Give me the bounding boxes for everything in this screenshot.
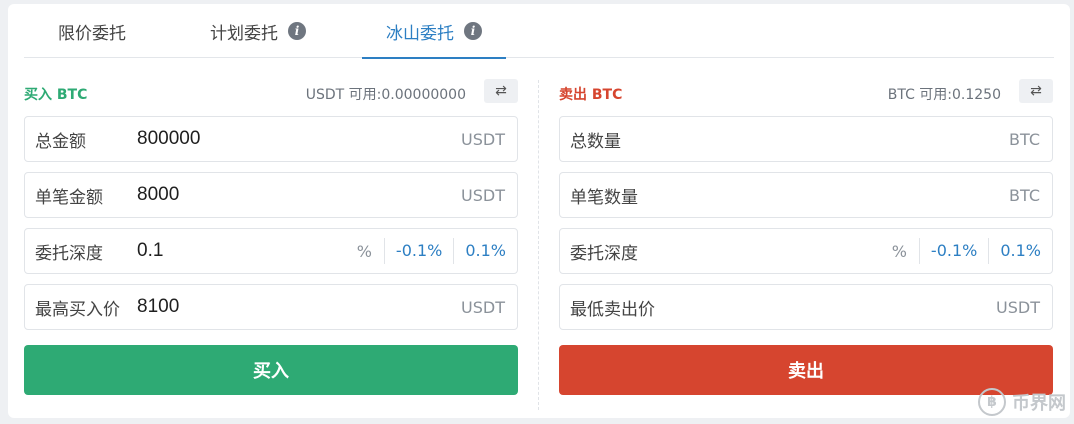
sell-header: 卖出 BTC BTC 可用:0.1250 ⇄: [559, 64, 1053, 116]
field-unit: BTC: [1009, 129, 1040, 149]
sell-min-price-field[interactable]: 最低卖出价 USDT: [559, 284, 1053, 330]
depth-increase-button[interactable]: 0.1%: [988, 238, 1052, 264]
swap-icon[interactable]: ⇄: [1019, 79, 1053, 103]
tab-label: 计划委托: [210, 23, 278, 44]
buy-single-amount-field[interactable]: 单笔金额 8000 USDT: [24, 172, 518, 218]
field-label: 最高买入价: [35, 299, 120, 320]
field-value: 8100: [137, 296, 180, 317]
field-label: 委托深度: [35, 243, 103, 264]
buy-title: 买入 BTC: [24, 87, 88, 103]
field-label: 总金额: [35, 131, 86, 152]
buy-column: 买入 BTC USDT 可用:0.00000000 ⇄ 总金额 800000 U…: [24, 64, 518, 340]
field-unit: %: [891, 241, 907, 261]
field-value: 0.1: [137, 240, 164, 261]
buy-depth-field[interactable]: 委托深度 0.1 % -0.1% 0.1%: [24, 228, 518, 274]
swap-icon[interactable]: ⇄: [484, 79, 518, 103]
field-label: 最低卖出价: [570, 299, 655, 320]
watermark: ฿ 币界网: [978, 388, 1066, 416]
active-tab-indicator: [362, 57, 506, 59]
field-label: 单笔数量: [570, 187, 638, 208]
field-value: 800000: [137, 128, 201, 149]
sell-column: 卖出 BTC BTC 可用:0.1250 ⇄ 总数量 BTC 单笔数量 BTC …: [559, 64, 1053, 340]
bitcoin-logo-icon: ฿: [978, 388, 1006, 416]
tab-label: 冰山委托: [386, 23, 454, 44]
tab-limit-order[interactable]: 限价委托: [58, 4, 126, 58]
sell-single-quantity-field[interactable]: 单笔数量 BTC: [559, 172, 1053, 218]
field-unit: USDT: [461, 297, 505, 317]
order-panel: 限价委托 计划委托 i 冰山委托 i 买入 BTC USDT 可用:0.0000…: [8, 4, 1070, 418]
buy-max-price-field[interactable]: 最高买入价 8100 USDT: [24, 284, 518, 330]
depth-tools: % -0.1% 0.1%: [345, 229, 517, 273]
watermark-text: 币界网: [1012, 393, 1066, 414]
sell-depth-field[interactable]: 委托深度 % -0.1% 0.1%: [559, 228, 1053, 274]
field-label: 单笔金额: [35, 187, 103, 208]
tab-plan-order[interactable]: 计划委托 i: [210, 4, 306, 58]
order-type-tabs: 限价委托 计划委托 i 冰山委托 i: [24, 4, 1054, 59]
buy-button[interactable]: 买入: [24, 345, 518, 395]
field-unit: USDT: [996, 297, 1040, 317]
buy-available-balance: USDT 可用:0.00000000: [305, 87, 466, 103]
field-label: 总数量: [570, 131, 621, 152]
sell-title: 卖出 BTC: [559, 87, 623, 103]
field-label: 委托深度: [570, 243, 638, 264]
depth-decrease-button[interactable]: -0.1%: [918, 238, 988, 264]
tab-label: 限价委托: [58, 23, 126, 44]
field-unit: USDT: [461, 185, 505, 205]
depth-tools: % -0.1% 0.1%: [880, 229, 1052, 273]
depth-decrease-button[interactable]: -0.1%: [383, 238, 453, 264]
field-unit: BTC: [1009, 185, 1040, 205]
buy-total-amount-field[interactable]: 总金额 800000 USDT: [24, 116, 518, 162]
sell-available-balance: BTC 可用:0.1250: [887, 87, 1001, 103]
tab-iceberg-order[interactable]: 冰山委托 i: [362, 4, 506, 59]
column-divider: [538, 80, 539, 410]
sell-total-quantity-field[interactable]: 总数量 BTC: [559, 116, 1053, 162]
buy-header: 买入 BTC USDT 可用:0.00000000 ⇄: [24, 64, 518, 116]
field-unit: %: [356, 241, 372, 261]
field-value: 8000: [137, 184, 180, 205]
info-icon[interactable]: i: [464, 22, 482, 40]
info-icon[interactable]: i: [288, 22, 306, 40]
field-unit: USDT: [461, 129, 505, 149]
depth-increase-button[interactable]: 0.1%: [453, 238, 517, 264]
